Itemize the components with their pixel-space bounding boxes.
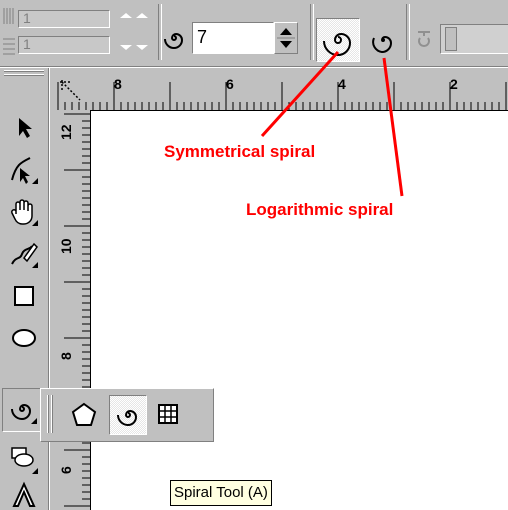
toolbox-grip[interactable] bbox=[4, 70, 44, 78]
spiral-expansion-icon bbox=[414, 26, 436, 52]
polygon-group-icon bbox=[11, 447, 38, 474]
ruler-label: 12 bbox=[58, 124, 74, 140]
logarithmic-spiral-label: Logarithmic spiral bbox=[246, 200, 394, 219]
grid-rows-field: 1 bbox=[18, 36, 110, 54]
object-flyout bbox=[40, 388, 214, 442]
zoom-tool[interactable] bbox=[4, 192, 44, 232]
ruler-label: 6 bbox=[226, 76, 234, 92]
logarithmic-spiral-icon bbox=[372, 35, 393, 54]
flyout-grip[interactable] bbox=[47, 395, 55, 433]
polygon-tool[interactable] bbox=[69, 399, 99, 429]
ruler-label: 8 bbox=[58, 352, 74, 360]
spiral-tool-icon bbox=[11, 403, 37, 424]
pick-tool[interactable] bbox=[4, 108, 44, 148]
shape-tool[interactable] bbox=[4, 150, 44, 190]
text-tool-icon bbox=[12, 481, 36, 507]
vertical-ruler[interactable]: 12 10 8 6 bbox=[50, 110, 91, 510]
ellipse-tool[interactable] bbox=[4, 318, 44, 358]
freehand-tool-icon bbox=[11, 242, 38, 268]
ruler-label: 8 bbox=[114, 76, 122, 92]
spiral-tool-flyout-button[interactable] bbox=[109, 395, 147, 435]
graph-paper-tool[interactable] bbox=[153, 399, 183, 429]
freehand-tool[interactable] bbox=[4, 234, 44, 274]
ruler-label: 2 bbox=[450, 76, 458, 92]
drawing-canvas[interactable] bbox=[91, 111, 508, 510]
shape-tool-icon bbox=[11, 157, 38, 184]
grid-columns-field: 1 bbox=[18, 10, 110, 28]
spiral-revolutions-value: 7 bbox=[197, 27, 208, 47]
symmetrical-spiral-label: Symmetrical spiral bbox=[164, 142, 316, 161]
symmetrical-spiral-icon bbox=[323, 32, 352, 57]
ruler-label: 10 bbox=[58, 238, 74, 254]
toolbox bbox=[0, 68, 49, 510]
grid-columns-spinner bbox=[112, 10, 154, 28]
symmetrical-spiral-button[interactable] bbox=[316, 18, 360, 62]
property-bar: 1 1 7 bbox=[0, 0, 508, 67]
tooltip: Spiral Tool (A) bbox=[170, 480, 272, 506]
rows-icon bbox=[2, 36, 16, 58]
ruler-label: 6 bbox=[58, 466, 74, 474]
separator bbox=[310, 4, 314, 60]
zoom-tool-icon bbox=[11, 199, 38, 226]
horizontal-ruler[interactable]: 8 6 4 2 bbox=[50, 68, 508, 111]
grid-rows-spinner bbox=[112, 36, 154, 54]
text-tool[interactable] bbox=[4, 480, 44, 510]
graph-paper-icon bbox=[158, 404, 178, 424]
columns-icon bbox=[2, 6, 16, 26]
polygon-group-tool[interactable] bbox=[4, 440, 44, 480]
ruler-label: 4 bbox=[338, 76, 346, 92]
spiral-revolutions-stepper[interactable] bbox=[274, 22, 298, 54]
pick-tool-icon bbox=[19, 118, 32, 138]
rectangle-tool-icon bbox=[14, 286, 34, 306]
ruler-origin-icon[interactable] bbox=[56, 76, 86, 106]
polygon-icon bbox=[71, 402, 97, 426]
spiral-tool[interactable] bbox=[2, 388, 44, 432]
spiral-revolutions-input[interactable]: 7 bbox=[192, 22, 274, 54]
spiral-expansion-slider bbox=[440, 24, 508, 54]
spiral-revolutions-icon bbox=[162, 26, 186, 50]
spiral-icon bbox=[117, 409, 138, 427]
logarithmic-spiral-button[interactable] bbox=[366, 22, 400, 58]
separator bbox=[406, 4, 410, 60]
rectangle-tool[interactable] bbox=[4, 276, 44, 316]
ellipse-tool-icon bbox=[12, 329, 36, 347]
